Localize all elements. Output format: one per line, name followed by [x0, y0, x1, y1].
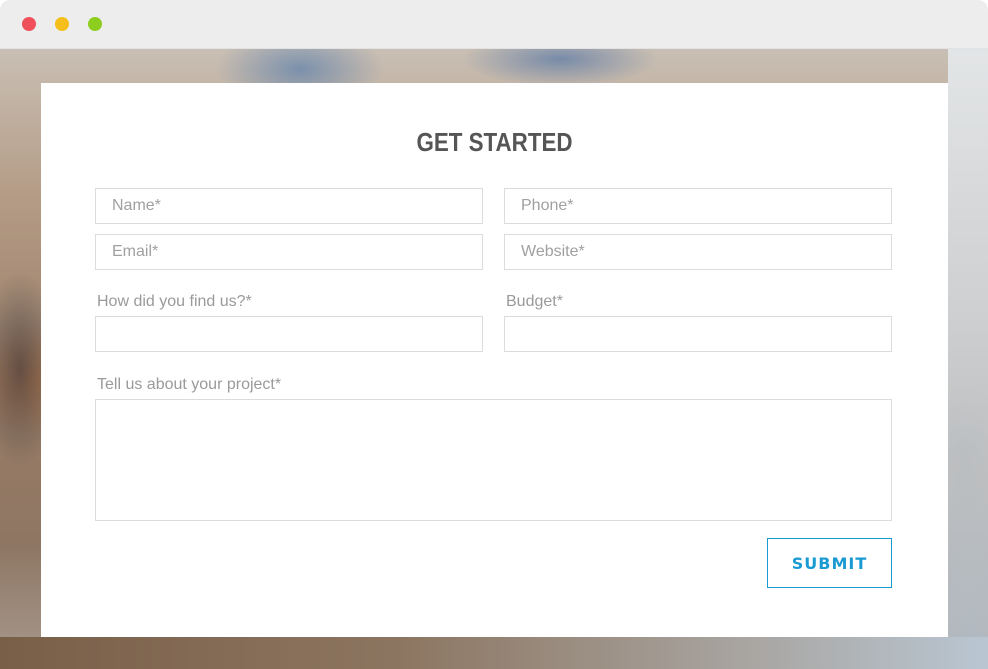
project-textarea[interactable] — [95, 399, 892, 521]
budget-label: Budget* — [506, 293, 563, 310]
email-input[interactable] — [95, 234, 483, 270]
browser-window: GET STARTED How did you find us?* Budget… — [0, 0, 988, 669]
find-us-input[interactable] — [95, 316, 483, 352]
zoom-window-button[interactable] — [88, 17, 102, 31]
phone-input[interactable] — [504, 188, 892, 224]
submit-button[interactable]: SUBMIT — [767, 538, 892, 588]
contact-form-card: GET STARTED How did you find us?* Budget… — [41, 83, 948, 637]
project-label: Tell us about your project* — [97, 376, 282, 393]
website-input[interactable] — [504, 234, 892, 270]
blurred-background-right — [948, 49, 988, 669]
minimize-window-button[interactable] — [55, 17, 69, 31]
find-us-label: How did you find us?* — [97, 293, 252, 310]
budget-input[interactable] — [504, 316, 892, 352]
form-title: GET STARTED — [416, 127, 573, 157]
window-titlebar — [0, 0, 988, 49]
name-input[interactable] — [95, 188, 483, 224]
close-window-button[interactable] — [22, 17, 36, 31]
blurred-background-bottom — [0, 637, 988, 669]
